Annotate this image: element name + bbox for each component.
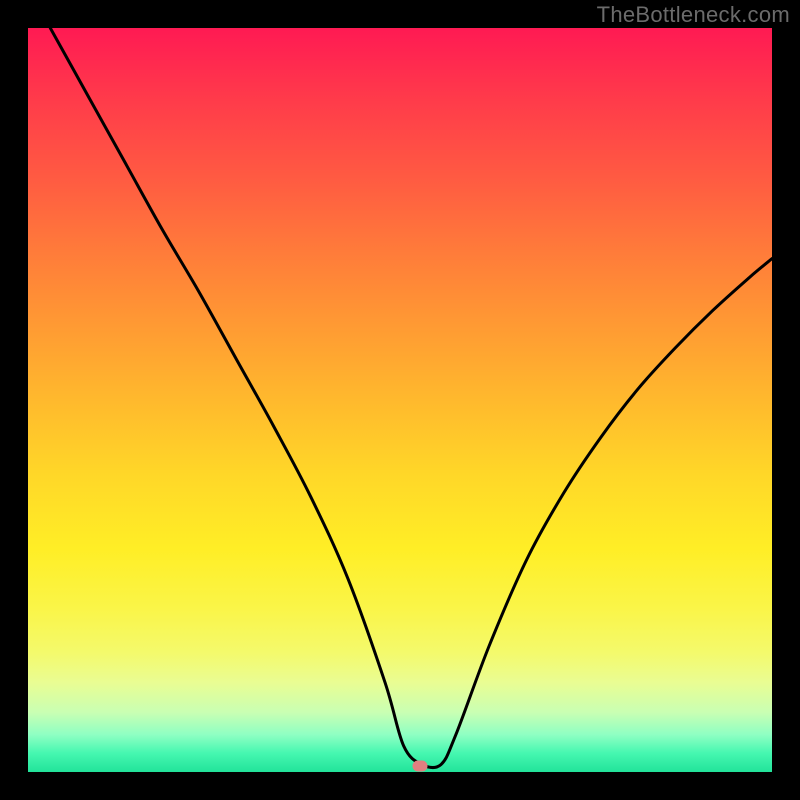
bottleneck-curve bbox=[28, 28, 772, 772]
watermark-text: TheBottleneck.com bbox=[597, 2, 790, 28]
plot-area bbox=[28, 28, 772, 772]
chart-frame: TheBottleneck.com bbox=[0, 0, 800, 800]
optimal-point-marker bbox=[413, 761, 428, 772]
